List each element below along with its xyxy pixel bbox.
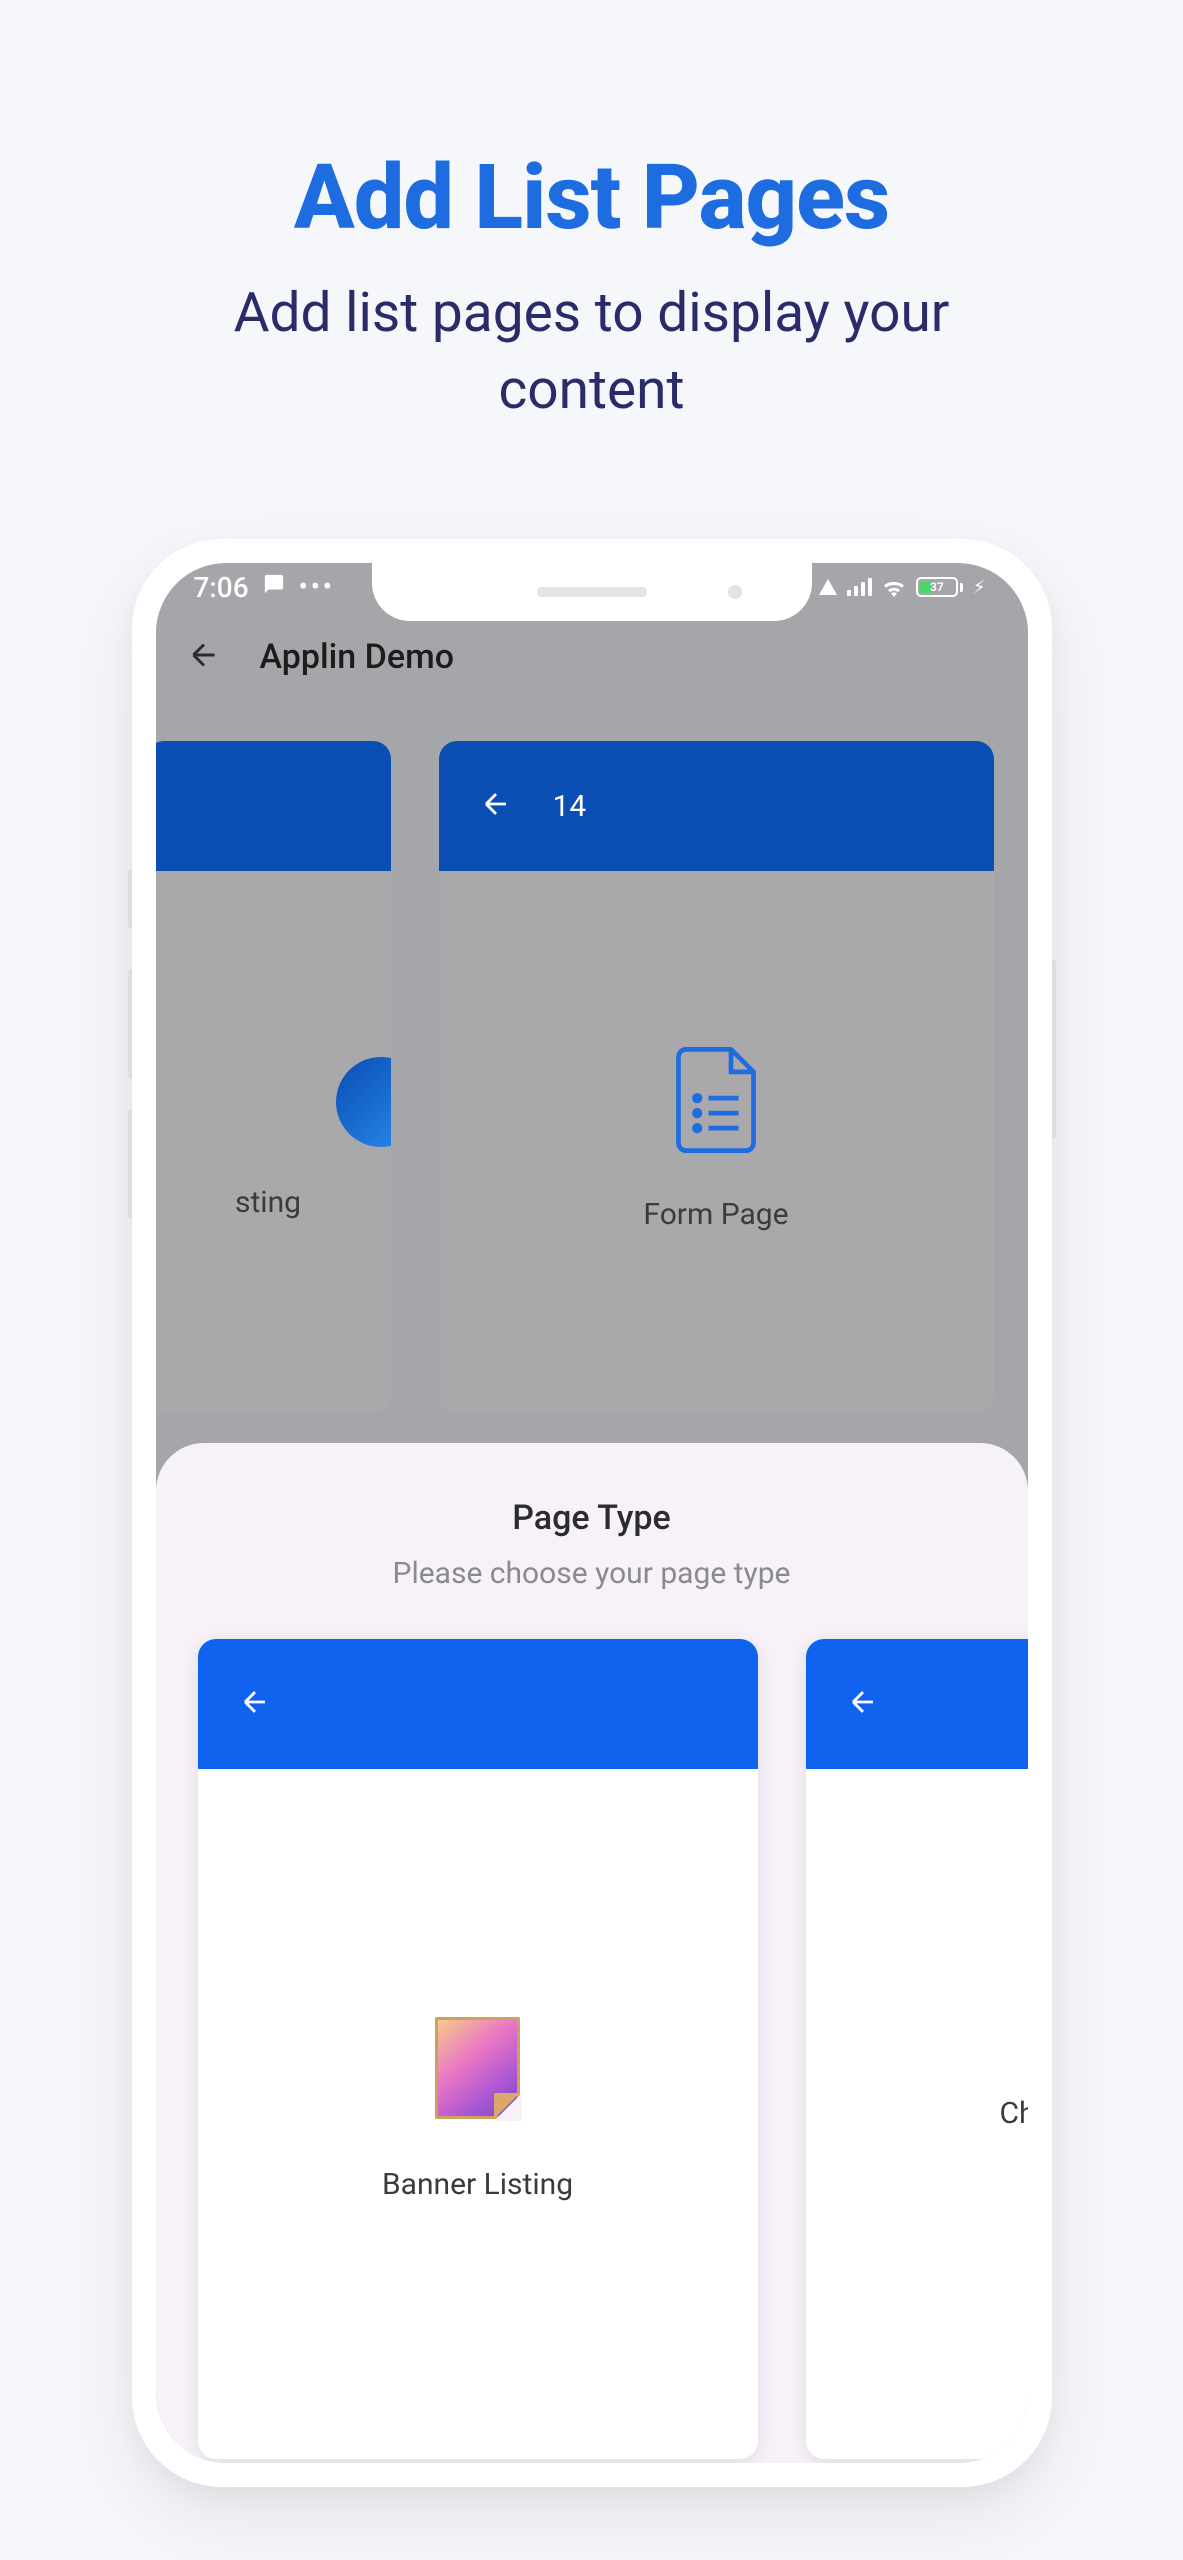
card-label: sting — [235, 1185, 301, 1220]
page-type-card-partial-right[interactable]: Ch — [806, 1639, 1028, 2459]
back-arrow-icon[interactable] — [186, 637, 222, 677]
card-header-number: 14 — [553, 789, 587, 824]
phone-notch — [372, 563, 812, 621]
card-header: 14 — [439, 741, 994, 871]
back-arrow-icon — [846, 1685, 880, 1723]
card-header — [198, 1639, 758, 1769]
app-bar: Applin Demo — [156, 611, 1028, 703]
listing-icon — [336, 1057, 391, 1147]
page-subtitle: Add list pages to display your content — [167, 275, 1017, 429]
card-label: Banner Listing — [382, 2167, 573, 2202]
status-time: 7:06 — [194, 571, 249, 604]
form-page-icon — [671, 1045, 761, 1159]
battery-icon: 37 — [916, 577, 963, 597]
charging-icon: ⚡︎ — [973, 577, 986, 598]
card-label-partial: Ch — [999, 2096, 1027, 2131]
phone-mockup: 7:06 ••• — [132, 539, 1052, 2487]
more-icon: ••• — [299, 572, 335, 602]
banner-listing-icon — [435, 2017, 520, 2119]
page-type-bottom-sheet: Page Type Please choose your page type — [156, 1443, 1028, 2463]
page-type-card-banner-listing[interactable]: Banner Listing — [198, 1639, 758, 2459]
app-bar-title: Applin Demo — [260, 637, 455, 677]
card-label: Form Page — [643, 1197, 788, 1232]
background-cards-row: sting 14 — [156, 703, 1028, 1413]
back-arrow-icon — [238, 1685, 272, 1723]
page-title: Add List Pages — [0, 145, 1183, 250]
sheet-subtitle: Please choose your page type — [156, 1556, 1028, 1591]
signal-icon — [847, 578, 872, 596]
back-arrow-icon — [479, 787, 513, 825]
card-header — [156, 741, 391, 871]
page-type-cards-scroll[interactable]: Banner Listing Ch — [156, 1639, 1028, 2459]
card-header — [806, 1639, 1028, 1769]
chat-icon — [263, 573, 285, 601]
warning-icon — [819, 579, 837, 595]
page-type-card-partial-left[interactable]: sting — [156, 741, 391, 1413]
sheet-title: Page Type — [156, 1498, 1028, 1538]
page-type-card-form[interactable]: 14 — [439, 741, 994, 1413]
wifi-icon — [882, 571, 906, 604]
